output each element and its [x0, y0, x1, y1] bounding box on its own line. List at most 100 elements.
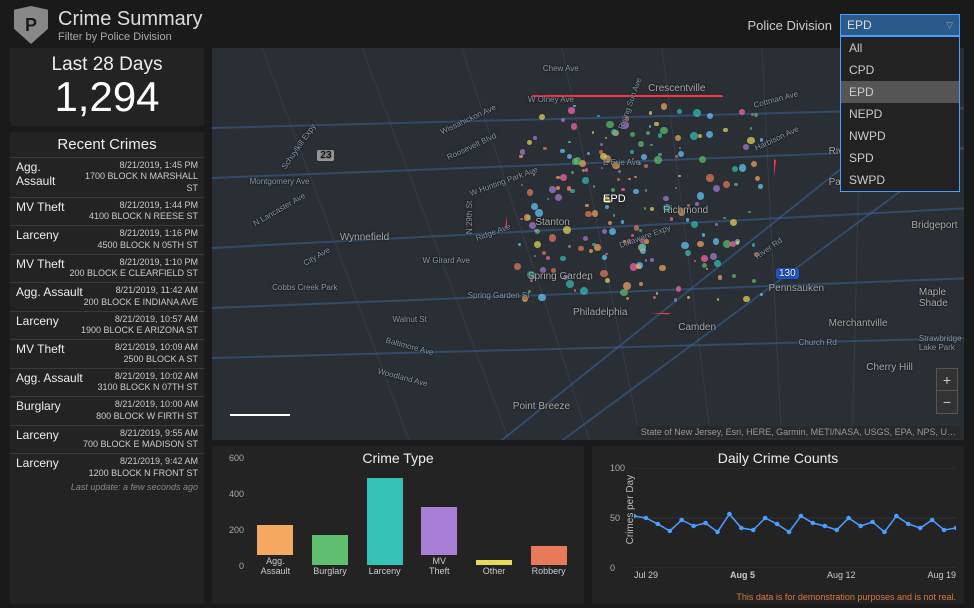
map-city-label: Cherry Hill	[866, 362, 913, 373]
crime-meta-text: 8/21/2019, 1:44 PM4100 BLOCK N REESE ST	[89, 200, 198, 223]
chart-title: Daily Crime Counts	[600, 450, 956, 466]
crime-meta-text: 8/21/2019, 10:00 AM800 BLOCK W FIRTH ST	[96, 399, 198, 422]
bar-category-label: Other	[483, 567, 506, 576]
line-chart	[634, 468, 956, 568]
division-option-spd[interactable]: SPD	[841, 147, 959, 169]
division-option-all[interactable]: All	[841, 37, 959, 59]
x-tick-label: Aug 19	[927, 570, 956, 580]
disclaimer-text: This data is for demonstration purposes …	[736, 592, 956, 602]
crime-list-item[interactable]: MV Theft 8/21/2019, 1:44 PM4100 BLOCK N R…	[10, 197, 204, 226]
bar[interactable]	[257, 525, 293, 555]
map-scalebar	[230, 414, 290, 416]
zoom-out-button[interactable]: −	[937, 391, 957, 413]
division-option-swpd[interactable]: SWPD	[841, 169, 959, 191]
y-tick-label: 0	[610, 563, 615, 573]
division-option-cpd[interactable]: CPD	[841, 59, 959, 81]
filter-label: Police Division	[747, 18, 832, 33]
map-street-label: W Girard Ave	[423, 256, 470, 265]
map-city-label: Crescentville	[648, 83, 705, 94]
map-street-label: Walnut St	[392, 315, 426, 324]
map-street-label: Chew Ave	[543, 64, 579, 73]
map-city-label: Camden	[678, 322, 716, 333]
crime-list-item[interactable]: MV Theft 8/21/2019, 10:09 AM2500 BLOCK A …	[10, 339, 204, 368]
crime-list-item[interactable]: Agg. Assault 8/21/2019, 10:02 AM3100 BLOC…	[10, 368, 204, 397]
crime-type-text: Larceny	[16, 428, 59, 442]
crime-meta-text: 8/21/2019, 11:42 AM200 BLOCK E INDIANA A…	[84, 285, 198, 308]
police-badge-icon: P	[14, 6, 48, 44]
map-city-label: Point Breeze	[513, 401, 570, 412]
crime-type-text: Larceny	[16, 314, 59, 328]
division-option-nepd[interactable]: NEPD	[841, 103, 959, 125]
crime-list-item[interactable]: Larceny 8/21/2019, 1:16 PM4500 BLOCK N 05…	[10, 225, 204, 254]
bar[interactable]	[312, 535, 348, 565]
bar-category-label: Larceny	[369, 567, 401, 576]
crime-list-item[interactable]: Larceny 8/21/2019, 9:55 AM700 BLOCK E MAD…	[10, 425, 204, 454]
crime-type-chart-panel: Crime Type 0200400600 Agg.AssaultBurglar…	[212, 446, 584, 604]
y-tick-label: 400	[229, 489, 244, 499]
x-tick-label: Aug 12	[827, 570, 856, 580]
crime-list-item[interactable]: Burglary 8/21/2019, 10:00 AM800 BLOCK W F…	[10, 396, 204, 425]
page-title: Crime Summary	[58, 8, 202, 31]
map-city-label: Merchantville	[829, 318, 888, 329]
map-city-label: Philadelphia	[573, 307, 628, 318]
crime-meta-text: 8/21/2019, 10:57 AM1900 BLOCK E ARIZONA …	[81, 314, 198, 337]
map-street-label: Spring Garden St	[468, 291, 530, 300]
crime-type-text: MV Theft	[16, 200, 64, 214]
map-city-label: Pennsauken	[768, 283, 824, 294]
crime-list-item[interactable]: Larceny 8/21/2019, 10:57 AM1900 BLOCK E A…	[10, 311, 204, 340]
y-tick-label: 100	[610, 463, 625, 473]
region-label: EPD	[603, 193, 626, 205]
map-city-label: Richmond	[663, 205, 708, 216]
division-option-nwpd[interactable]: NWPD	[841, 125, 959, 147]
crime-meta-text: 8/21/2019, 1:10 PM200 BLOCK E CLEARFIELD…	[69, 257, 198, 280]
map-city-label: Wynnefield	[340, 232, 389, 243]
map-street-label: Strawbridge Lake Park	[919, 334, 964, 352]
crime-list-item[interactable]: Agg. Assault8/21/2019, 11:42 AM200 BLOCK…	[10, 282, 204, 311]
bar-category-label: Agg.Assault	[261, 557, 291, 576]
crime-meta-text: 8/21/2019, 10:09 AM2500 BLOCK A ST	[115, 342, 198, 365]
map-city-label: Maple Shade	[919, 287, 964, 309]
last-update-text: Last update: a few seconds ago	[10, 482, 204, 494]
chart-title: Crime Type	[220, 450, 576, 466]
crime-type-text: MV Theft	[16, 342, 64, 356]
map-street-label: Montgomery Ave	[250, 177, 310, 186]
route-shield-23: 23	[317, 150, 334, 161]
map-city-label: Spring Garden	[528, 271, 593, 282]
crime-meta-text: 8/21/2019, 1:45 PM1700 BLOCK N MARSHALL …	[79, 160, 198, 194]
crime-meta-text: 8/21/2019, 1:16 PM4500 BLOCK N 05TH ST	[97, 228, 198, 251]
bar[interactable]	[476, 560, 512, 565]
crime-type-text: MV Theft	[16, 257, 64, 271]
map-city-label: Stanton	[535, 217, 569, 228]
crime-meta-text: 8/21/2019, 9:55 AM700 BLOCK E MADISON ST	[83, 428, 198, 451]
crime-type-text: Burglary	[16, 399, 61, 413]
y-tick-label: 200	[229, 525, 244, 535]
recent-crimes-panel: Recent Crimes Agg. Assault8/21/2019, 1:4…	[10, 132, 204, 604]
y-tick-label: 600	[229, 453, 244, 463]
crime-meta-text: 8/21/2019, 10:02 AM3100 BLOCK N 07TH ST	[97, 371, 198, 394]
chevron-down-icon: ▽	[946, 20, 953, 31]
map-street-label: N 29th St	[465, 200, 474, 233]
recent-crimes-title: Recent Crimes	[10, 132, 204, 157]
zoom-in-button[interactable]: +	[937, 369, 957, 391]
crime-list-item[interactable]: MV Theft 8/21/2019, 1:10 PM200 BLOCK E CL…	[10, 254, 204, 283]
division-dropdown[interactable]: EPD ▽	[840, 14, 960, 36]
map-street-label: Church Rd	[799, 338, 837, 347]
crime-list-item[interactable]: Larceny8/21/2019, 9:42 AM1200 BLOCK N FR…	[10, 453, 204, 482]
zoom-controls: + −	[936, 368, 958, 414]
map-street-label: Cobbs Creek Park	[272, 283, 337, 292]
header: P Crime Summary Filter by Police Divisio…	[0, 0, 974, 48]
crime-type-text: Agg. Assault	[16, 371, 83, 385]
crime-type-text: Larceny	[16, 228, 59, 242]
stat-value: 1,294	[14, 76, 200, 118]
x-tick-label: Jul 29	[634, 570, 658, 580]
crime-list-item[interactable]: Agg. Assault8/21/2019, 1:45 PM1700 BLOCK…	[10, 157, 204, 197]
bar[interactable]	[531, 546, 567, 564]
daily-counts-chart-panel: Daily Crime Counts Crimes per Day 0 50 100…	[592, 446, 964, 604]
y-tick-label: 50	[610, 513, 620, 523]
bar[interactable]	[367, 478, 403, 565]
bar[interactable]	[421, 507, 457, 555]
map-city-label: Bridgeport	[911, 220, 957, 231]
bar-category-label: Burglary	[313, 567, 347, 576]
division-option-epd[interactable]: EPD	[841, 81, 959, 103]
y-axis-label: Crimes per Day	[625, 475, 636, 544]
